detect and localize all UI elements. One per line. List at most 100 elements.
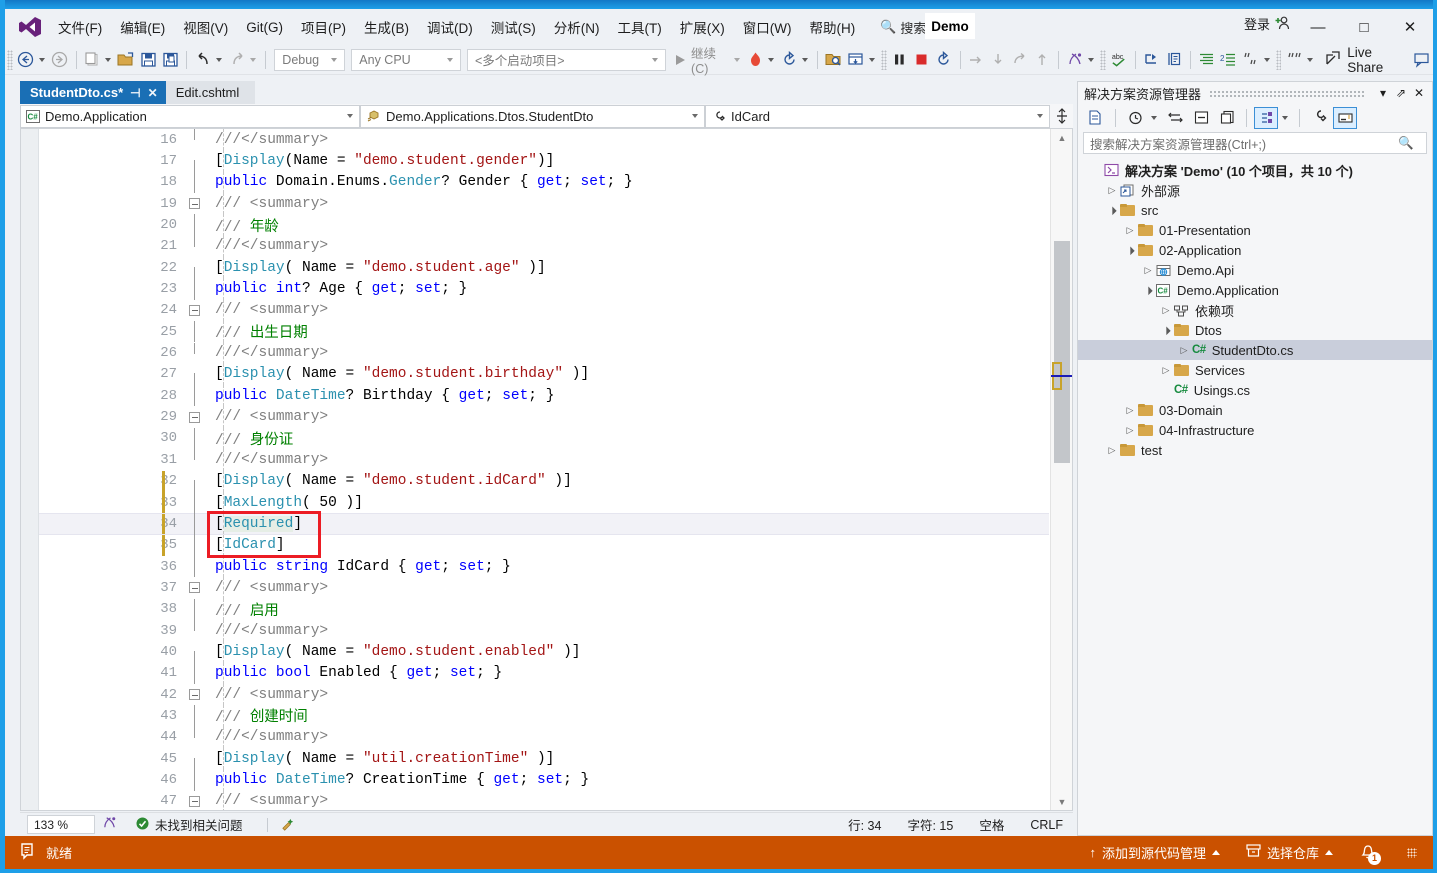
menu-item-project[interactable]: 项目(P) (292, 13, 355, 41)
tree-item-[interactable]: ▷ 外部源 (1078, 180, 1432, 200)
open-file-button[interactable] (115, 48, 137, 72)
expander-icon[interactable]: ◢ (1121, 241, 1139, 259)
code-line[interactable]: 17 [Display(Name = "demo.student.gender")… (39, 150, 1049, 173)
outlining-glyph[interactable] (183, 304, 205, 316)
navbar-project-dropdown[interactable]: C# Demo.Application (20, 104, 360, 128)
navbar-member-dropdown[interactable]: IdCard (705, 104, 1050, 128)
intellicode-button[interactable] (1064, 48, 1086, 72)
code-line[interactable]: 21 ///</summary> (39, 235, 1049, 258)
code-line[interactable]: 41 public bool Enabled { get; set; } (39, 662, 1049, 684)
code-cleanup-button[interactable] (280, 817, 299, 833)
code-line[interactable]: 29 /// <summary> (39, 406, 1049, 428)
code-line[interactable]: 22 [Display( Name = "demo.student.age" )] (39, 257, 1049, 279)
code-line[interactable]: 44 ///</summary> (39, 726, 1049, 748)
select-repository-button[interactable]: 选择仓库 (1246, 843, 1333, 862)
outlining-glyph[interactable] (183, 795, 205, 807)
undo-dropdown-icon[interactable] (216, 57, 223, 62)
code-line[interactable]: 42 /// <summary> (39, 683, 1049, 706)
solution-explorer-search-input[interactable]: 搜索解决方案资源管理器(Ctrl+;) 🔍 (1083, 132, 1427, 154)
code-line[interactable]: 18 public Domain.Enums.Gender? Gender { g… (39, 171, 1049, 194)
tree-item-[interactable]: ▷ 依赖项 (1078, 300, 1432, 320)
uncomment-button[interactable] (1240, 48, 1262, 72)
expander-icon[interactable]: ▷ (1140, 265, 1156, 276)
tree-item-usings-cs[interactable]: C# Usings.cs (1078, 380, 1432, 400)
sign-in-control[interactable]: 登录 (1244, 14, 1291, 33)
menu-item-help[interactable]: 帮助(H) (800, 13, 864, 41)
notifications-button[interactable]: 1 (1359, 843, 1381, 865)
pin-icon[interactable]: ⊣ (130, 86, 140, 100)
code-line[interactable]: 37 /// <summary> (39, 577, 1049, 599)
code-line[interactable]: 24 /// <summary> (39, 299, 1049, 322)
outlining-glyph[interactable] (183, 198, 205, 210)
step-up-button[interactable] (1031, 48, 1053, 72)
expander-icon[interactable]: ◢ (1157, 321, 1175, 339)
navigate-backward-button[interactable] (15, 48, 37, 72)
resize-grip[interactable] (1407, 847, 1417, 858)
navbar-type-dropdown[interactable]: Demo.Applications.Dtos.StudentDto (360, 104, 705, 128)
comment-selection-button[interactable] (1163, 48, 1185, 72)
navigate-backward-dropdown-icon[interactable] (38, 57, 45, 62)
collapse-minus-icon[interactable] (188, 689, 200, 701)
solution-root-node[interactable]: 解决方案 'Demo' (10 个项目，共 10 个) (1078, 160, 1432, 180)
code-line[interactable]: 47 /// <summary> (39, 790, 1049, 810)
new-project-button[interactable] (81, 48, 103, 72)
code-line[interactable]: 26 ///</summary> (39, 342, 1049, 364)
feedback-button[interactable] (1411, 48, 1433, 72)
tree-item-01-presentation[interactable]: ▷ 01-Presentation (1078, 220, 1432, 240)
expander-icon[interactable]: ▷ (1122, 405, 1138, 416)
solution-view-toggle-icon[interactable] (1254, 106, 1278, 129)
intellicode-status-icon[interactable] (102, 815, 118, 834)
tree-item-02-application[interactable]: ◢ 02-Application (1078, 240, 1432, 260)
expander-icon[interactable]: ▷ (1122, 225, 1138, 236)
window-layout-dropdown-icon[interactable] (868, 57, 875, 62)
code-line[interactable]: 39 ///</summary> (39, 619, 1049, 642)
tree-item-demo-application[interactable]: ◢ C# Demo.Application (1078, 280, 1432, 300)
code-line[interactable]: 40 [Display( Name = "demo.student.enabled… (39, 641, 1049, 663)
code-line[interactable]: 16 ///</summary> (39, 129, 1049, 151)
step-into-button[interactable] (987, 48, 1009, 72)
refresh-button[interactable] (778, 48, 800, 72)
uncomment-dropdown-icon[interactable] (1263, 57, 1270, 62)
expander-icon[interactable]: ▷ (1104, 445, 1120, 456)
pin-icon[interactable]: ⇗ (1392, 86, 1410, 100)
start-debugging-dropdown-icon[interactable] (734, 57, 741, 62)
code-line[interactable]: 20 /// 年龄 (39, 214, 1049, 236)
navigate-forward-button[interactable] (49, 48, 71, 72)
close-button[interactable]: ✕ (1387, 9, 1433, 45)
code-line[interactable]: 36 public string IdCard { get; set; } (39, 555, 1049, 578)
close-icon[interactable]: ✕ (148, 86, 158, 100)
code-line[interactable]: 31 ///</summary> (39, 449, 1049, 471)
outlining-glyph[interactable] (183, 689, 205, 701)
menu-item-build[interactable]: 生成(B) (355, 13, 418, 41)
pending-changes-dropdown-icon[interactable] (1151, 115, 1157, 120)
new-project-dropdown-icon[interactable] (105, 57, 112, 62)
tab-edit-cshtml[interactable]: Edit.cshtml (165, 81, 256, 104)
scroll-up-arrow-icon[interactable]: ▲ (1051, 129, 1072, 146)
menu-item-file[interactable]: 文件(F) (49, 13, 111, 41)
editor-indicator-margin[interactable] (21, 129, 39, 810)
expander-icon[interactable]: ▷ (1122, 425, 1138, 436)
indent-button[interactable] (1196, 48, 1218, 72)
collapse-all-icon[interactable] (1189, 107, 1213, 129)
code-line[interactable]: 35 [IdCard] (39, 534, 1049, 556)
collapse-minus-icon[interactable] (188, 795, 200, 807)
toolbar-group-handle[interactable] (1100, 49, 1106, 70)
live-share-button[interactable]: Live Share (1325, 45, 1405, 75)
hot-reload-button[interactable] (744, 48, 766, 72)
preview-selected-items-icon[interactable] (1333, 106, 1357, 129)
collapse-minus-icon[interactable] (188, 304, 200, 316)
code-line[interactable]: 28 public DateTime? Birthday { get; set; … (39, 385, 1049, 407)
menu-item-test[interactable]: 测试(S) (482, 13, 545, 41)
search-in-files-button[interactable] (823, 48, 845, 72)
tree-item-demo-api[interactable]: ▷ Demo.Api (1078, 260, 1432, 280)
toolbar-group-handle[interactable] (880, 49, 887, 70)
code-line[interactable]: 27 [Display( Name = "demo.student.birthda… (39, 363, 1049, 386)
zoom-level-dropdown[interactable]: 133 % (27, 815, 95, 834)
menu-item-extensions[interactable]: 扩展(X) (671, 13, 734, 41)
menu-item-debug[interactable]: 调试(D) (418, 13, 482, 41)
undo-button[interactable] (192, 48, 214, 72)
outdent-button[interactable]: 2 (1218, 48, 1240, 72)
properties-icon[interactable] (1307, 107, 1331, 129)
menu-item-window[interactable]: 窗口(W) (734, 13, 801, 41)
tree-item-test[interactable]: ▷ test (1078, 440, 1432, 460)
